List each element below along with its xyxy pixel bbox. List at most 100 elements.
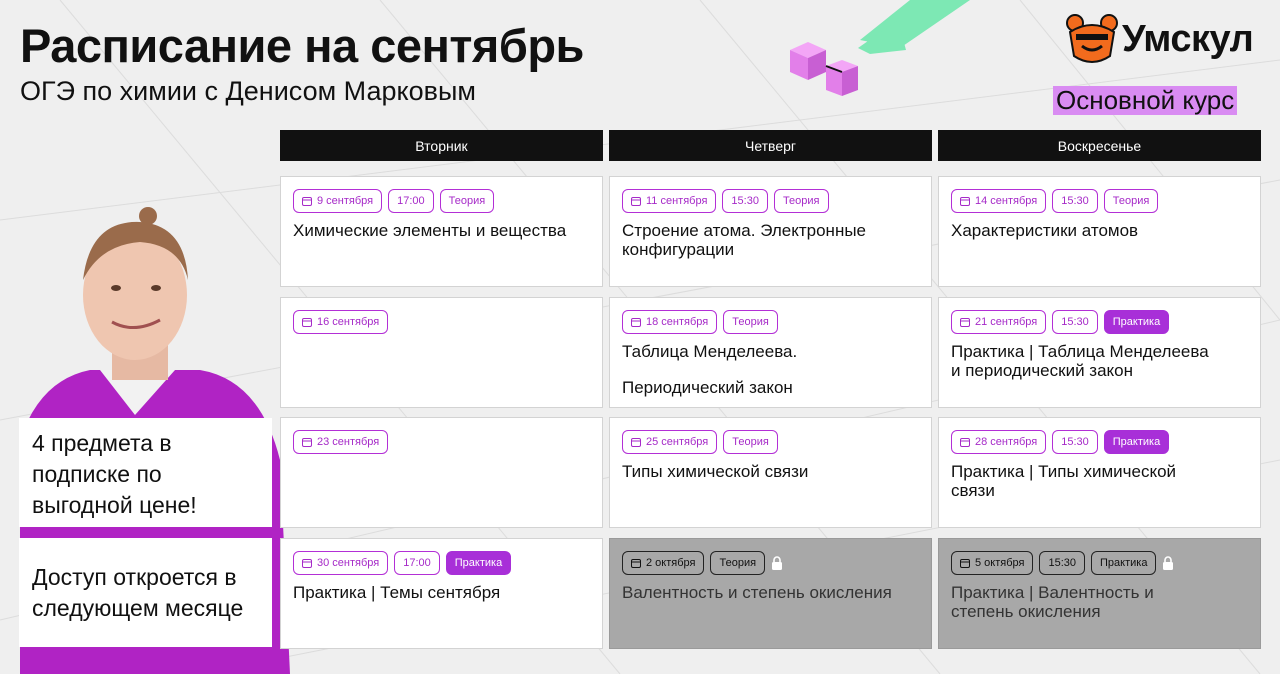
lesson-tags: 14 сентября 15:30 Теория bbox=[951, 189, 1248, 213]
date-text: 28 сентября bbox=[975, 436, 1038, 448]
lesson-tags: 30 сентября 17:00 Практика bbox=[293, 551, 590, 575]
date-text: 14 сентября bbox=[975, 195, 1038, 207]
lesson-type-badge: Практика bbox=[1091, 551, 1157, 575]
lesson-title: Практика | Валентность и степень окислен… bbox=[951, 583, 1154, 621]
lock-icon bbox=[1162, 556, 1174, 570]
lesson-card[interactable]: 30 сентября 17:00 Практика Практика | Темы … bbox=[280, 538, 603, 649]
lesson-tags: 21 сентября 15:30 Практика bbox=[951, 310, 1248, 334]
day-header-tuesday: Вторник bbox=[280, 130, 603, 161]
promo-access: Доступ откроется в следующем месяце bbox=[19, 538, 272, 647]
date-badge: 28 сентября bbox=[951, 430, 1047, 454]
lesson-type-badge: Теория bbox=[723, 430, 778, 454]
page-title: Расписание на сентябрь bbox=[20, 19, 584, 72]
bear-mascot-icon bbox=[1066, 14, 1118, 63]
lesson-tags: 11 сентября 15:30 Теория bbox=[622, 189, 919, 213]
calendar-icon bbox=[302, 438, 312, 447]
lesson-title: Типы химической связи bbox=[622, 462, 809, 481]
calendar-icon bbox=[960, 197, 970, 206]
lesson-card[interactable]: 18 сентября Теория Таблица Менделеева. Пери… bbox=[609, 297, 932, 408]
lesson-type-badge: Теория bbox=[723, 310, 778, 334]
date-badge: 18 сентября bbox=[622, 310, 718, 334]
lesson-title: Практика | Темы сентября bbox=[293, 583, 501, 602]
lesson-title: Практика | Типы химической связи bbox=[951, 462, 1177, 500]
time-badge: 15:30 bbox=[722, 189, 768, 213]
date-text: 5 октября bbox=[975, 557, 1025, 569]
lesson-type-badge: Теория bbox=[1103, 189, 1159, 213]
time-badge: 17:00 bbox=[388, 189, 434, 213]
calendar-icon bbox=[960, 438, 970, 447]
calendar-icon bbox=[302, 559, 312, 568]
date-badge: 5 октября bbox=[951, 551, 1034, 575]
date-badge: 21 сентября bbox=[951, 310, 1047, 334]
lesson-title: Практика | Таблица Менделеева и периодич… bbox=[951, 342, 1209, 380]
lesson-card[interactable]: 25 сентября Теория Типы химической связи bbox=[609, 417, 932, 528]
lesson-type-badge: Теория bbox=[710, 551, 766, 575]
date-text: 21 сентября bbox=[975, 316, 1038, 328]
date-badge: 25 сентября bbox=[622, 430, 718, 454]
lesson-card[interactable]: 2 октября Теория Валентность и степень оки… bbox=[609, 538, 932, 649]
lesson-card[interactable]: 28 сентября 15:30 Практика Практика | Типы … bbox=[938, 417, 1261, 528]
day-header-thursday: Четверг bbox=[609, 130, 932, 161]
lesson-tags: 9 сентября 17:00 Теория bbox=[293, 189, 590, 213]
lesson-tags: 23 сентября bbox=[293, 430, 590, 454]
lesson-card[interactable]: 14 сентября 15:30 Теория Характеристики ато… bbox=[938, 176, 1261, 287]
date-badge: 16 сентября bbox=[293, 310, 389, 334]
date-badge: 2 октября bbox=[622, 551, 705, 575]
lesson-card[interactable]: 16 сентября bbox=[280, 297, 603, 408]
lock-icon bbox=[771, 556, 783, 570]
lesson-title-secondary: Периодический закон bbox=[622, 378, 793, 397]
lesson-tags: 16 сентября bbox=[293, 310, 590, 334]
calendar-icon bbox=[631, 197, 641, 206]
date-text: 9 сентября bbox=[317, 195, 374, 207]
date-badge: 30 сентября bbox=[293, 551, 389, 575]
date-badge: 9 сентября bbox=[293, 189, 383, 213]
lesson-title: Таблица Менделеева. bbox=[622, 342, 798, 361]
time-badge: 15:30 bbox=[1052, 430, 1098, 454]
lesson-type-badge: Теория bbox=[773, 189, 829, 213]
cubes-icon bbox=[790, 42, 858, 96]
calendar-icon bbox=[960, 318, 970, 327]
time-badge: 15:30 bbox=[1039, 551, 1086, 575]
lesson-title: Валентность и степень окисления bbox=[622, 583, 892, 602]
course-badge: Основной курс bbox=[1053, 86, 1238, 115]
date-text: 2 октября bbox=[646, 557, 696, 569]
calendar-icon bbox=[631, 438, 641, 447]
lesson-tags: 2 октября Теория bbox=[622, 551, 919, 575]
lesson-card[interactable]: 11 сентября 15:30 Теория Строение атома. Эл… bbox=[609, 176, 932, 287]
date-text: 11 сентября bbox=[646, 195, 708, 207]
lesson-title: Химические элементы и вещества bbox=[293, 221, 567, 240]
lesson-card[interactable]: 5 октября 15:30 Практика Практика | Валентн… bbox=[938, 538, 1261, 649]
lesson-type-badge: Практика bbox=[1103, 310, 1170, 334]
lesson-type-badge: Теория bbox=[439, 189, 495, 213]
time-badge: 17:00 bbox=[394, 551, 440, 575]
lesson-title: Строение атома. Электронные конфигурации bbox=[622, 221, 867, 259]
date-badge: 23 сентября bbox=[293, 430, 389, 454]
date-text: 30 сентября bbox=[317, 557, 380, 569]
decorative-cubes-arrow bbox=[790, 0, 970, 96]
lesson-type-badge: Практика bbox=[1103, 430, 1170, 454]
time-badge: 15:30 bbox=[1052, 310, 1098, 334]
date-text: 23 сентября bbox=[317, 436, 380, 448]
lesson-tags: 5 октября 15:30 Практика bbox=[951, 551, 1248, 575]
brand-logo: Умскул bbox=[1066, 14, 1254, 64]
calendar-icon bbox=[302, 318, 312, 327]
promo-subscription-text: 4 предмета в подписке по выгодной цене! bbox=[32, 430, 197, 518]
date-text: 25 сентября bbox=[646, 436, 709, 448]
promo-subscription[interactable]: 4 предмета в подписке по выгодной цене! bbox=[19, 418, 272, 527]
calendar-icon bbox=[960, 559, 970, 568]
lesson-tags: 25 сентября Теория bbox=[622, 430, 919, 454]
date-text: 16 сентября bbox=[317, 316, 380, 328]
calendar-icon bbox=[631, 559, 641, 568]
calendar-icon bbox=[631, 318, 641, 327]
lesson-card[interactable]: 9 сентября 17:00 Теория Химические элементы… bbox=[280, 176, 603, 287]
date-text: 18 сентября bbox=[646, 316, 709, 328]
date-badge: 11 сентября bbox=[622, 189, 717, 213]
promo-access-text: Доступ откроется в следующем месяце bbox=[32, 564, 244, 621]
lesson-title: Характеристики атомов bbox=[951, 221, 1139, 240]
lesson-type-badge: Практика bbox=[445, 551, 512, 575]
lesson-card[interactable]: 21 сентября 15:30 Практика Практика | Табли… bbox=[938, 297, 1261, 408]
date-badge: 14 сентября bbox=[951, 189, 1047, 213]
lesson-tags: 28 сентября 15:30 Практика bbox=[951, 430, 1248, 454]
lesson-card[interactable]: 23 сентября bbox=[280, 417, 603, 528]
page-subtitle: ОГЭ по химии с Денисом Марковым bbox=[20, 76, 476, 106]
